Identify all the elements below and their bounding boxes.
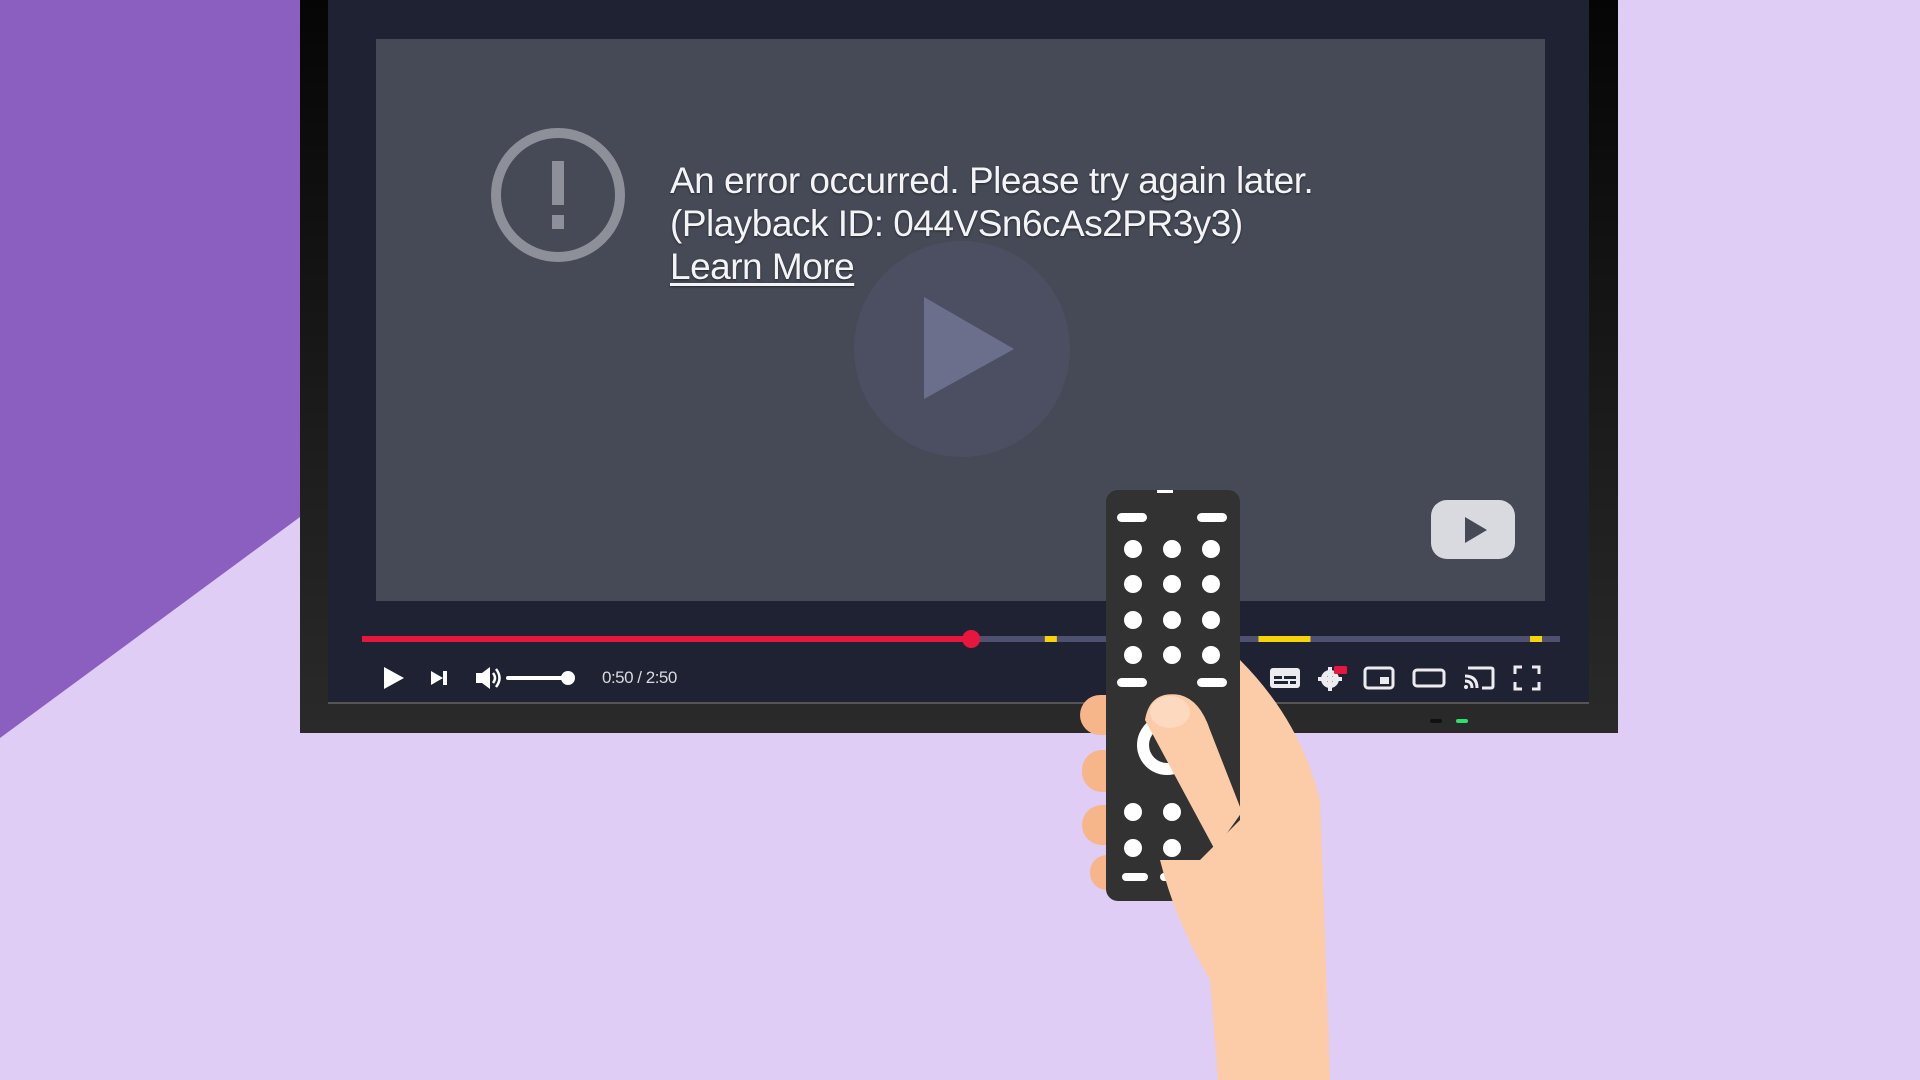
- progress-played[interactable]: [362, 636, 972, 642]
- play-icon: [384, 667, 404, 689]
- background-purple-wedge: [0, 0, 300, 738]
- tv-led-power: [1456, 719, 1468, 723]
- fullscreen-icon: [1513, 665, 1541, 691]
- exclamation-circle-icon: [491, 128, 625, 262]
- hand-with-remote: [1080, 490, 1330, 1080]
- player-controls: 0:50 / 2:50: [328, 658, 1589, 698]
- thumb-nail: [1150, 696, 1190, 728]
- volume-slider[interactable]: [506, 664, 576, 692]
- next-button[interactable]: [428, 664, 450, 692]
- time-display: 0:50 / 2:50: [602, 668, 677, 687]
- theater-mode-button[interactable]: [1411, 664, 1447, 692]
- learn-more-link[interactable]: Learn More: [670, 246, 855, 287]
- big-play-button[interactable]: [852, 239, 1072, 459]
- tv-frame: An error occurred. Please try again late…: [300, 0, 1618, 733]
- error-text: An error occurred. Please try again late…: [670, 160, 1314, 201]
- volume-slider-handle: [561, 671, 575, 685]
- theater-mode-icon: [1412, 668, 1446, 688]
- mute-button[interactable]: [474, 664, 504, 692]
- video-player: An error occurred. Please try again late…: [328, 0, 1589, 702]
- ad-marker[interactable]: [1530, 636, 1543, 642]
- progress-scrubber-handle[interactable]: [962, 630, 981, 648]
- progress-bar[interactable]: [362, 630, 1560, 648]
- cast-button[interactable]: [1462, 664, 1496, 692]
- fullscreen-button[interactable]: [1512, 664, 1542, 692]
- skip-next-icon: [431, 671, 447, 685]
- youtube-logo-icon[interactable]: [1429, 498, 1517, 561]
- play-button[interactable]: [380, 664, 406, 692]
- cast-icon: [1464, 666, 1495, 690]
- tv-led-standby: [1430, 719, 1442, 723]
- volume-icon: [476, 667, 501, 689]
- ad-marker[interactable]: [1044, 636, 1057, 642]
